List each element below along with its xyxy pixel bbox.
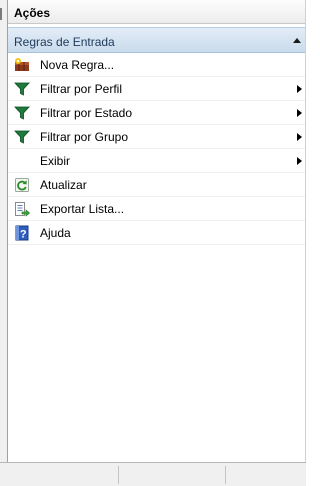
status-bar-separator bbox=[225, 466, 226, 484]
action-help[interactable]: ? Ajuda bbox=[8, 221, 305, 245]
section-title: Regras de Entrada bbox=[14, 35, 115, 49]
action-export-list[interactable]: Exportar Lista... bbox=[8, 197, 305, 221]
action-label: Filtrar por Perfil bbox=[40, 82, 123, 96]
submenu-arrow-icon bbox=[297, 109, 302, 117]
actions-pane: Ações Regras de Entrada Nova Regra... Fi… bbox=[8, 0, 306, 462]
action-label: Atualizar bbox=[40, 178, 87, 192]
filter-icon bbox=[14, 130, 30, 144]
submenu-arrow-icon bbox=[297, 157, 302, 165]
action-new-rule[interactable]: Nova Regra... bbox=[8, 53, 305, 77]
action-label: Exportar Lista... bbox=[40, 202, 125, 216]
export-list-icon bbox=[15, 202, 30, 217]
svg-text:?: ? bbox=[20, 228, 27, 240]
action-label: Filtrar por Estado bbox=[40, 106, 133, 120]
submenu-arrow-icon bbox=[297, 133, 302, 141]
action-label: Ajuda bbox=[40, 226, 71, 240]
filter-icon bbox=[14, 106, 30, 120]
action-filter-by-state[interactable]: Filtrar por Estado bbox=[8, 101, 305, 125]
action-label: Exibir bbox=[40, 154, 71, 168]
help-icon: ? bbox=[15, 225, 29, 241]
left-pane-scroll-marker bbox=[0, 8, 2, 20]
status-bar-separator bbox=[118, 466, 119, 484]
submenu-arrow-icon bbox=[297, 85, 302, 93]
filter-icon bbox=[14, 82, 30, 96]
status-bar bbox=[0, 462, 306, 486]
action-filter-by-profile[interactable]: Filtrar por Perfil bbox=[8, 77, 305, 101]
collapse-arrow-icon[interactable] bbox=[293, 38, 301, 43]
action-filter-by-group[interactable]: Filtrar por Grupo bbox=[8, 125, 305, 149]
action-view[interactable]: Exibir bbox=[8, 149, 305, 173]
action-refresh[interactable]: Atualizar bbox=[8, 173, 305, 197]
mmc-window: Ações Regras de Entrada Nova Regra... Fi… bbox=[0, 0, 306, 486]
new-rule-icon bbox=[15, 58, 29, 71]
section-header-inbound-rules[interactable]: Regras de Entrada bbox=[8, 27, 305, 53]
left-pane-edge bbox=[0, 0, 8, 462]
refresh-icon bbox=[15, 178, 29, 192]
actions-pane-title: Ações bbox=[8, 0, 305, 24]
action-label: Filtrar por Grupo bbox=[40, 130, 129, 144]
action-label: Nova Regra... bbox=[40, 58, 115, 72]
